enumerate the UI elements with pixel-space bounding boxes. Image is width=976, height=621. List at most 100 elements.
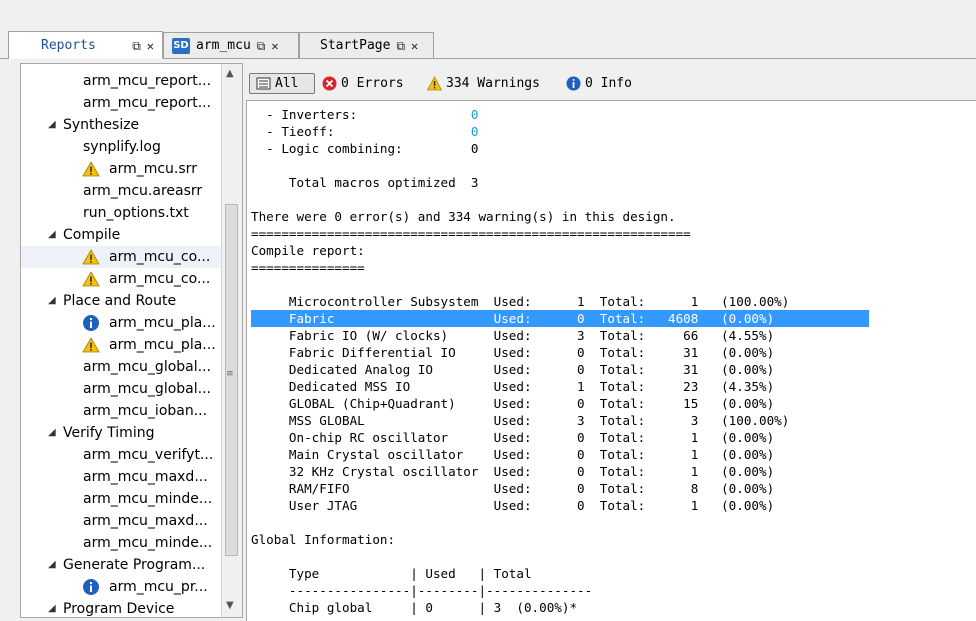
expand-caret-icon[interactable]: ◢ xyxy=(48,290,56,312)
log-line-text: Type | Used | Total xyxy=(251,566,532,581)
tree-report-item[interactable]: arm_mcu_maxd... xyxy=(21,510,221,532)
scrollbar-thumb[interactable] xyxy=(225,204,238,556)
log-line-text: 32 KHz Crystal oscillator Used: 0 Total:… xyxy=(251,464,775,479)
tree-report-item[interactable]: arm_mcu_co... xyxy=(21,268,221,290)
tree-item-label: arm_mcu_pla... xyxy=(109,337,216,353)
tree-item-label: synplify.log xyxy=(83,139,161,155)
tree-report-item[interactable]: arm_mcu_maxd... xyxy=(21,466,221,488)
log-line-text: ----------------|--------|-------------- xyxy=(251,583,593,598)
scroll-up-icon[interactable]: ▲ xyxy=(226,68,234,79)
log-line-value: 0 xyxy=(470,124,479,139)
tree-report-item[interactable]: arm_mcu.areasrr xyxy=(21,180,221,202)
list-icon xyxy=(256,77,271,90)
tree-report-item[interactable]: arm_mcu_report... xyxy=(21,92,221,114)
tab-arm-mcu[interactable]: SD arm_mcu ⧉ ✕ xyxy=(163,32,299,58)
close-icon[interactable]: ✕ xyxy=(271,40,278,52)
log-line: Type | Used | Total xyxy=(251,565,869,582)
log-line-text: On-chip RC oscillator Used: 0 Total: 1 (… xyxy=(251,430,775,445)
log-line-selected: Fabric Used: 0 Total: 4608 (0.00%) xyxy=(251,310,869,327)
scroll-down-icon[interactable]: ▼ xyxy=(226,600,234,611)
log-line-text: Fabric Differential IO Used: 0 Total: 31… xyxy=(251,345,775,360)
report-log-view[interactable]: - Inverters: 0 - Tieoff: 0 - Logic combi… xyxy=(246,100,976,621)
tree-item-label: arm_mcu_maxd... xyxy=(83,513,208,529)
close-icon[interactable]: ✕ xyxy=(411,40,418,52)
log-line-text: User JTAG Used: 0 Total: 1 (0.00%) xyxy=(251,498,775,513)
expand-caret-icon[interactable]: ◢ xyxy=(48,114,56,136)
restore-icon[interactable]: ⧉ xyxy=(396,40,405,52)
tree-report-item[interactable]: arm_mcu_global... xyxy=(21,356,221,378)
log-line: Total macros optimized 3 xyxy=(251,174,869,191)
log-line: ========================================… xyxy=(251,225,869,242)
filter-errors-button[interactable]: 0 Errors xyxy=(322,73,404,94)
log-line: Dedicated MSS IO Used: 1 Total: 23 (4.35… xyxy=(251,378,869,395)
tree-group-node[interactable]: ◢ Place and Route xyxy=(21,290,221,312)
tree-group-node[interactable]: ◢ Synthesize xyxy=(21,114,221,136)
report-log-text: - Inverters: 0 - Tieoff: 0 - Logic combi… xyxy=(251,106,869,616)
log-line-text: Dedicated Analog IO Used: 0 Total: 31 (0… xyxy=(251,362,775,377)
filter-errors-label: 0 Errors xyxy=(341,76,404,91)
tree-report-item[interactable]: run_options.txt xyxy=(21,202,221,224)
tab-reports[interactable]: Reports ⧉ ✕ xyxy=(8,31,163,59)
tab-startpage[interactable]: StartPage ⧉ ✕ xyxy=(299,32,434,58)
tree-report-item[interactable]: arm_mcu_ioban... xyxy=(21,400,221,422)
close-icon[interactable]: ✕ xyxy=(147,40,154,52)
filter-all-button[interactable]: All xyxy=(249,73,315,94)
tree-report-item[interactable]: arm_mcu.srr xyxy=(21,158,221,180)
log-line: Global Information: xyxy=(251,531,869,548)
tree-group-node[interactable]: ◢ Program Device xyxy=(21,598,221,617)
log-line-value: 0 xyxy=(470,107,479,122)
restore-icon[interactable]: ⧉ xyxy=(132,40,141,52)
filter-all-label: All xyxy=(275,76,299,91)
tree-report-item[interactable]: arm_mcu_global... xyxy=(21,378,221,400)
log-line: MSS GLOBAL Used: 3 Total: 3 (100.00%) xyxy=(251,412,869,429)
tree-report-item[interactable]: arm_mcu_verifyt... xyxy=(21,444,221,466)
tab-title: StartPage xyxy=(320,38,391,53)
filter-info-button[interactable]: 0 Info xyxy=(566,73,632,94)
log-line-text: Fabric Used: 0 Total: 4608 (0.00%) xyxy=(251,311,775,326)
expand-caret-icon[interactable]: ◢ xyxy=(48,224,56,246)
log-line: Microcontroller Subsystem Used: 1 Total:… xyxy=(251,293,869,310)
log-line: Fabric Differential IO Used: 0 Total: 31… xyxy=(251,344,869,361)
log-line-text: Dedicated MSS IO Used: 1 Total: 23 (4.35… xyxy=(251,379,775,394)
log-line-text: - Logic combining: xyxy=(251,141,471,156)
message-filter-bar: All 0 Errors 334 Warnings 0 Info xyxy=(246,70,976,96)
expand-caret-icon[interactable]: ◢ xyxy=(48,598,56,617)
tree-group-node[interactable]: ◢ Verify Timing xyxy=(21,422,221,444)
tree-report-item[interactable]: arm_mcu_minde... xyxy=(21,488,221,510)
tree-report-item[interactable]: arm_mcu_co... xyxy=(21,246,221,268)
warning-icon xyxy=(427,76,442,91)
log-line-text: Microcontroller Subsystem Used: 1 Total:… xyxy=(251,294,790,309)
filter-warnings-label: 334 Warnings xyxy=(446,76,540,91)
log-line-text: ========================================… xyxy=(251,226,691,241)
tree-item-label: arm_mcu_ioban... xyxy=(83,403,208,419)
filter-warnings-button[interactable]: 334 Warnings xyxy=(427,73,540,94)
restore-icon[interactable]: ⧉ xyxy=(257,40,266,52)
tree-item-label: Program Device xyxy=(63,601,175,617)
warning-icon xyxy=(82,271,100,287)
tree-report-item[interactable]: arm_mcu_minde... xyxy=(21,532,221,554)
grip-icon: ≡ xyxy=(226,369,234,379)
report-tree-panel: arm_mcu_report... arm_mcu_report... ◢ Synth… xyxy=(20,63,243,618)
tree-item-label: arm_mcu_co... xyxy=(109,271,211,287)
warning-icon xyxy=(82,161,100,177)
tree-report-item[interactable]: arm_mcu_pr... xyxy=(21,576,221,598)
log-line: Compile report: xyxy=(251,242,869,259)
log-line-value: 0 xyxy=(470,141,479,156)
log-line: ----------------|--------|-------------- xyxy=(251,582,869,599)
tree-group-node[interactable]: ◢ Compile xyxy=(21,224,221,246)
tree-item-label: arm_mcu_pla... xyxy=(109,315,216,331)
expand-caret-icon[interactable]: ◢ xyxy=(48,554,56,576)
warning-icon xyxy=(82,249,100,265)
expand-caret-icon[interactable]: ◢ xyxy=(48,422,56,444)
tree-report-item[interactable]: arm_mcu_pla... xyxy=(21,312,221,334)
tree-report-item[interactable]: synplify.log xyxy=(21,136,221,158)
tree-report-item[interactable]: arm_mcu_pla... xyxy=(21,334,221,356)
tree-group-node[interactable]: ◢ Generate Program... xyxy=(21,554,221,576)
tree-item-label: Verify Timing xyxy=(63,425,155,441)
tree-item-label: arm_mcu_report... xyxy=(83,95,212,111)
log-line-text: Compile report: xyxy=(251,243,365,258)
log-line-text: Total macros optimized 3 xyxy=(251,175,479,190)
tree-report-item[interactable]: arm_mcu_report... xyxy=(21,70,221,92)
tree-scrollbar[interactable]: ▲ ≡ ▼ xyxy=(221,64,242,617)
